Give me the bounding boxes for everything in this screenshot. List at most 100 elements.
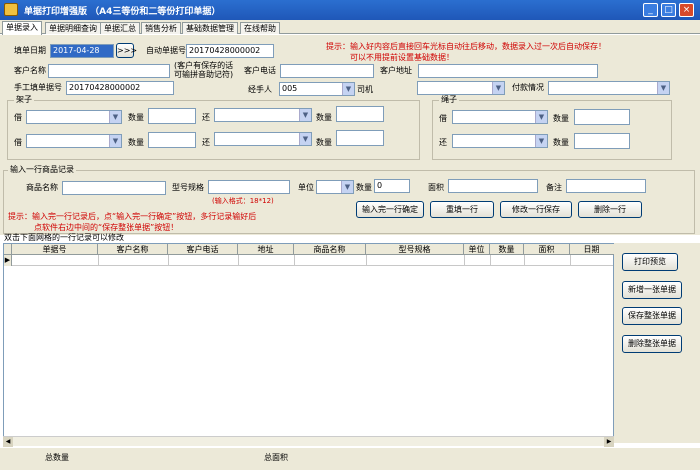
scroll-right-icon[interactable]: ▶ bbox=[604, 437, 614, 447]
scroll-left-icon[interactable]: ◀ bbox=[3, 437, 13, 447]
column-header[interactable]: 数量 bbox=[490, 244, 524, 255]
qty-input[interactable]: 0 bbox=[374, 179, 410, 193]
entry-tip-2: 可以不用提前设置基础数据！ bbox=[350, 53, 454, 62]
column-header[interactable]: 客户电话 bbox=[168, 244, 238, 255]
rope-return-select[interactable]: ▼ bbox=[452, 134, 548, 148]
cell-divider bbox=[490, 255, 491, 266]
chevron-down-icon: ▼ bbox=[299, 133, 311, 145]
tab-online-help[interactable]: 在线帮助 bbox=[240, 22, 280, 34]
chevron-down-icon: ▼ bbox=[299, 109, 311, 121]
area-label: 面积 bbox=[428, 183, 444, 192]
chevron-down-icon: ▼ bbox=[109, 111, 121, 123]
confirm-line-button[interactable]: 输入完一行确定 bbox=[356, 201, 424, 218]
delete-line-button[interactable]: 删除一行 bbox=[578, 201, 642, 218]
frame-borrow-select-2[interactable]: ▼ bbox=[26, 134, 122, 148]
cell-divider bbox=[98, 255, 99, 266]
cell-divider bbox=[464, 255, 465, 266]
rope-qty-input-1[interactable] bbox=[574, 109, 630, 125]
date-input[interactable]: 2017-04-28 bbox=[50, 44, 114, 58]
frame-qty-input-3[interactable] bbox=[148, 132, 196, 148]
rope-qty-input-2[interactable] bbox=[574, 133, 630, 149]
frame-return-label-1: 还 bbox=[202, 113, 210, 122]
line-entry-title: 输入一行商品记录 bbox=[8, 165, 76, 175]
phone-input[interactable] bbox=[280, 64, 374, 78]
frame-qty-input-4[interactable] bbox=[336, 130, 384, 146]
qty-label: 数量 bbox=[356, 183, 372, 192]
total-qty-label: 总数量 bbox=[45, 453, 69, 462]
phone-label: 客户电话 bbox=[244, 66, 276, 75]
title-bar: 单据打印增强版 （A4三等份和二等份打印单据） _ □ × bbox=[0, 0, 700, 20]
minimize-button[interactable]: _ bbox=[643, 3, 658, 17]
format-hint: (输入格式：18*12) bbox=[212, 197, 274, 205]
column-header[interactable]: 单据号 bbox=[12, 244, 98, 255]
save-document-button[interactable]: 保存整张单据 bbox=[622, 307, 682, 325]
print-preview-button[interactable]: 打印预览 bbox=[622, 253, 678, 271]
grid-horizontal-scrollbar[interactable]: ◀ ▶ bbox=[3, 436, 614, 447]
tab-entry[interactable]: 单据录入 bbox=[2, 21, 42, 35]
cell-divider bbox=[524, 255, 525, 266]
date-picker-button[interactable]: >>> bbox=[116, 43, 137, 58]
frame-qty-input-2[interactable] bbox=[336, 106, 384, 122]
records-grid[interactable]: 单据号 客户名称 客户电话 地址 商品名称 型号规格 单位 数量 面积 日期 ▶ bbox=[3, 243, 615, 443]
customer-note: (客户有保存的话可输拼音助记符) bbox=[174, 61, 234, 79]
rope-borrow-select[interactable]: ▼ bbox=[452, 110, 548, 124]
tab-sales-analysis[interactable]: 销售分析 bbox=[141, 22, 181, 34]
remark-input[interactable] bbox=[566, 179, 646, 193]
date-label: 填单日期 bbox=[14, 46, 46, 55]
handler-label: 经手人 bbox=[248, 85, 272, 94]
chevron-down-icon: ▼ bbox=[492, 82, 504, 94]
customer-input[interactable] bbox=[48, 64, 170, 78]
frame-group-title: 架子 bbox=[14, 95, 34, 105]
column-header[interactable]: 商品名称 bbox=[294, 244, 366, 255]
column-header[interactable]: 单位 bbox=[464, 244, 490, 255]
customer-label: 客户名称 bbox=[14, 66, 46, 75]
payment-select[interactable]: ▼ bbox=[548, 81, 670, 95]
column-header[interactable]: 型号规格 bbox=[366, 244, 464, 255]
tab-bar: 单据录入 单据明细查询 单据汇总 销售分析 基础数据管理 在线帮助 bbox=[0, 20, 700, 35]
save-line-button[interactable]: 修改一行保存 bbox=[500, 201, 572, 218]
auto-no-input[interactable]: 20170428000002 bbox=[186, 44, 274, 58]
frame-qty-label-2: 数量 bbox=[316, 113, 332, 122]
table-row[interactable]: ▶ bbox=[4, 255, 613, 266]
cell-divider bbox=[294, 255, 295, 266]
tab-detail-query[interactable]: 单据明细查询 bbox=[45, 22, 101, 34]
manual-no-label: 手工填单据号 bbox=[14, 83, 62, 92]
frame-return-label-2: 还 bbox=[202, 138, 210, 147]
totals-footer: 总数量 总面积 bbox=[0, 448, 700, 470]
manual-no-input[interactable]: 20170428000002 bbox=[66, 81, 174, 95]
frame-return-select-1[interactable]: ▼ bbox=[214, 108, 312, 122]
column-header[interactable]: 地址 bbox=[238, 244, 294, 255]
frame-borrow-label-2: 借 bbox=[14, 138, 22, 147]
app-icon bbox=[4, 3, 18, 16]
grid-header: 单据号 客户名称 客户电话 地址 商品名称 型号规格 单位 数量 面积 日期 bbox=[4, 244, 615, 255]
frame-qty-input-1[interactable] bbox=[148, 108, 196, 124]
chevron-down-icon: ▼ bbox=[341, 181, 353, 193]
driver-select[interactable]: ▼ bbox=[417, 81, 505, 95]
rope-group: 绳子 bbox=[432, 95, 672, 160]
frame-qty-label-4: 数量 bbox=[316, 138, 332, 147]
tab-summary[interactable]: 单据汇总 bbox=[100, 22, 140, 34]
column-header[interactable]: 面积 bbox=[524, 244, 570, 255]
row-selector-header bbox=[4, 244, 12, 255]
refill-line-button[interactable]: 重填一行 bbox=[430, 201, 494, 218]
maximize-button[interactable]: □ bbox=[661, 3, 676, 17]
rope-qty-label-1: 数量 bbox=[553, 114, 569, 123]
frame-return-select-2[interactable]: ▼ bbox=[214, 132, 312, 146]
column-header[interactable]: 日期 bbox=[570, 244, 613, 255]
area-input[interactable] bbox=[448, 179, 538, 193]
new-document-button[interactable]: 新增一张单据 bbox=[622, 281, 682, 299]
handler-select[interactable]: 005 ▼ bbox=[279, 82, 355, 96]
spec-label: 型号规格 bbox=[172, 183, 204, 192]
tab-base-data[interactable]: 基础数据管理 bbox=[182, 22, 238, 34]
column-header[interactable]: 客户名称 bbox=[98, 244, 168, 255]
delete-document-button[interactable]: 删除整张单据 bbox=[622, 335, 682, 353]
address-input[interactable] bbox=[418, 64, 598, 78]
cell-divider bbox=[366, 255, 367, 266]
spec-input[interactable] bbox=[208, 180, 290, 194]
frame-borrow-select-1[interactable]: ▼ bbox=[26, 110, 122, 124]
product-input[interactable] bbox=[62, 181, 166, 195]
cell-divider bbox=[238, 255, 239, 266]
unit-select[interactable]: ▼ bbox=[316, 180, 354, 194]
address-label: 客户地址 bbox=[380, 66, 412, 75]
close-button[interactable]: × bbox=[679, 3, 694, 17]
